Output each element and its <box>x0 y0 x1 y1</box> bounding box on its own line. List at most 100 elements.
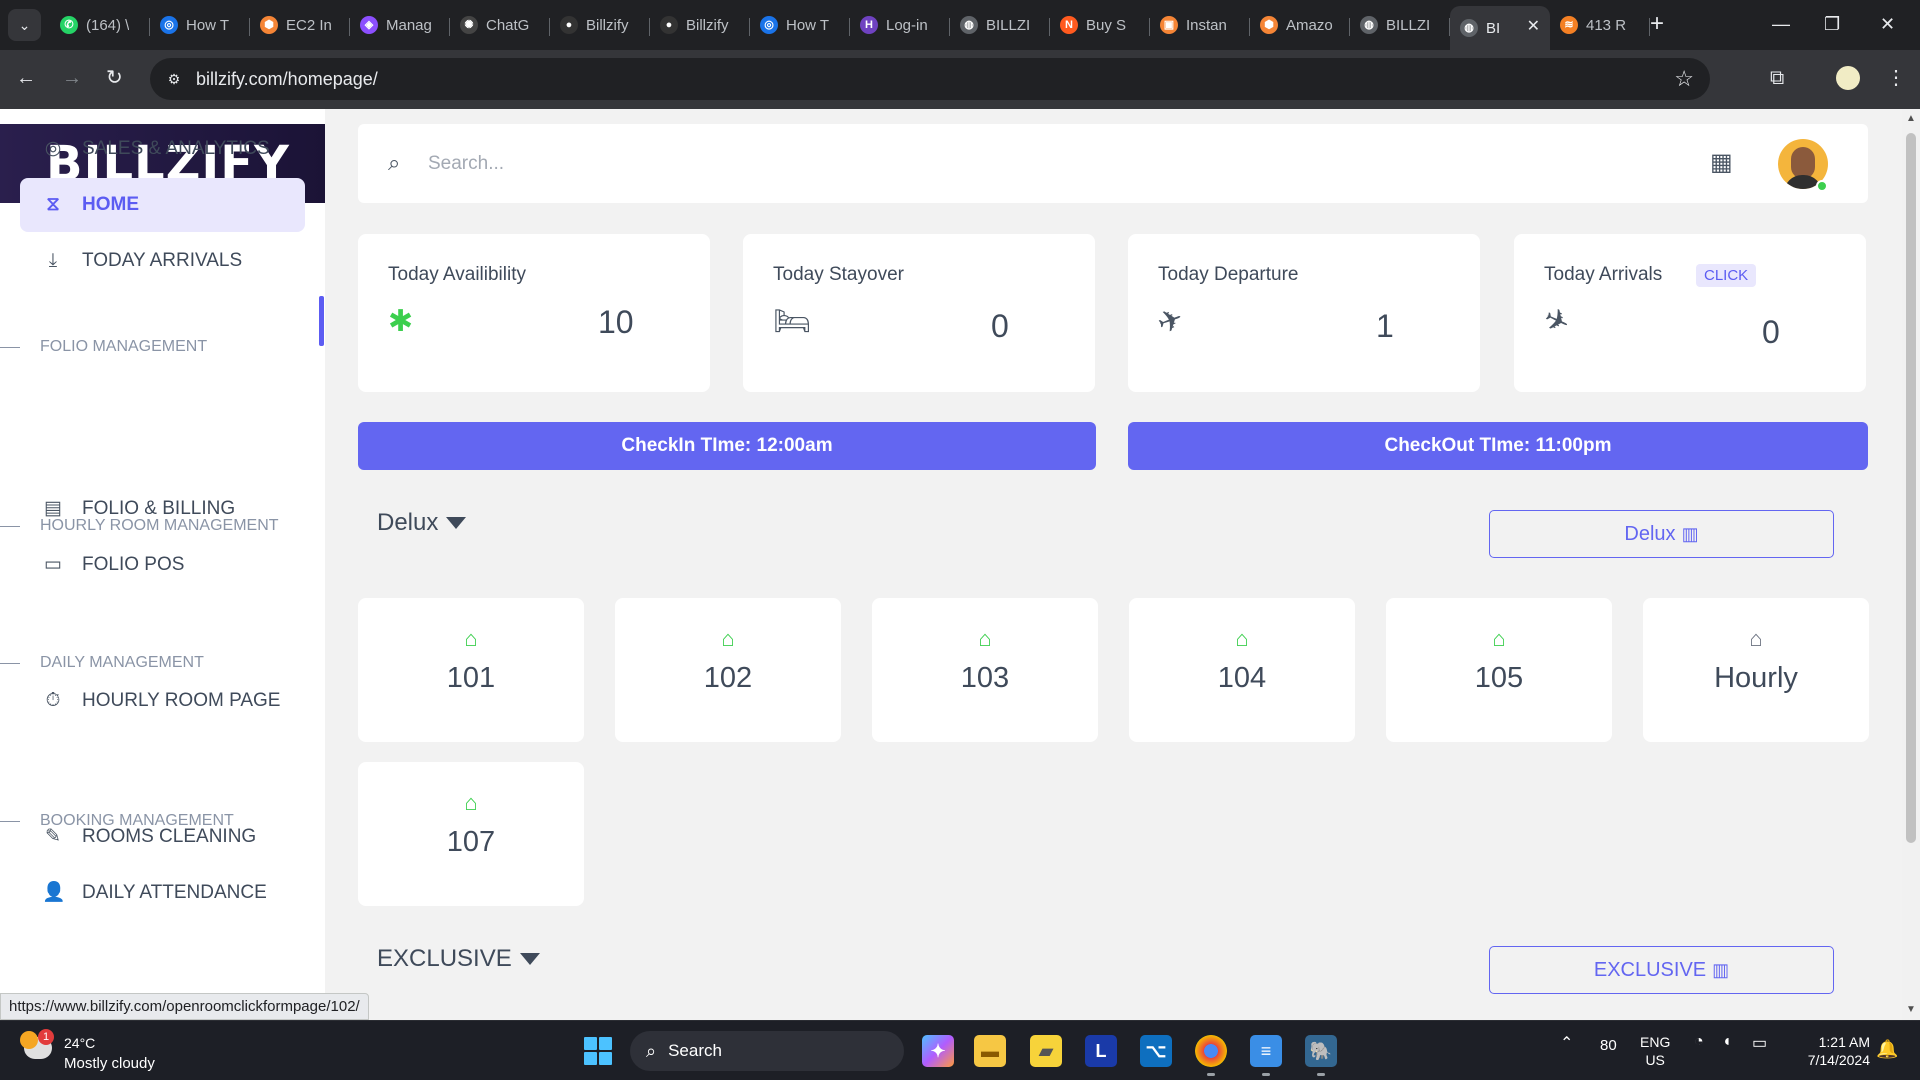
browser-tab[interactable]: ● Billzify <box>650 6 750 44</box>
plane-departure-icon: ✈ <box>1153 301 1189 342</box>
start-button[interactable] <box>584 1037 612 1065</box>
minimize-icon[interactable]: — <box>1772 12 1790 36</box>
sidebar-item-today-arrivals[interactable]: ⤓ TODAY ARRIVALS <box>20 234 305 288</box>
stat-card[interactable]: Today Departure ✈ 1 <box>1128 234 1480 392</box>
clock-time: 1:21 AM <box>1818 1034 1870 1050</box>
sidebar-item-home[interactable]: ⧖ HOME <box>20 178 305 232</box>
browser-tab[interactable]: ✺ ChatG <box>450 6 550 44</box>
file-explorer-icon[interactable]: ▬ <box>974 1035 1006 1067</box>
room-card[interactable]: ⌂ 104 <box>1129 598 1355 742</box>
room-number: 101 <box>446 662 496 694</box>
category-button-delux[interactable]: Delux ▥ <box>1489 510 1834 558</box>
browser-tab[interactable]: ≋ 413 R <box>1550 6 1650 44</box>
room-number: 102 <box>703 662 753 694</box>
taskbar-search[interactable]: ⌕ Search <box>630 1031 904 1071</box>
stat-card[interactable]: Today Stayover 🛏 0 <box>743 234 1095 392</box>
section-label: BOOKING MANAGEMENT <box>40 812 234 829</box>
calculator-icon[interactable]: ▦ <box>1710 148 1734 176</box>
browser-tab[interactable]: ◎ How T <box>750 6 850 44</box>
browser-profile-avatar[interactable] <box>1836 66 1860 90</box>
browser-tab[interactable]: ◈ Manag <box>350 6 450 44</box>
battery-icon[interactable]: ▭ <box>1752 1033 1767 1053</box>
stat-card[interactable]: Today Arrivals ✈ 0 CLICK <box>1514 234 1866 392</box>
section-divider <box>0 346 20 348</box>
sidebar-item-daily-attendance[interactable]: 👤 DAILY ATTENDANCE <box>20 866 305 920</box>
browser-tab[interactable]: ◍ BILLZI <box>1350 6 1450 44</box>
site-info-icon[interactable]: ⚙ <box>164 69 184 89</box>
postgresql-icon[interactable]: 🐘 <box>1305 1035 1337 1076</box>
notification-bell-icon[interactable]: 🔔 <box>1876 1039 1898 1061</box>
room-card[interactable]: ⌂ Hourly <box>1643 598 1869 742</box>
language-indicator[interactable]: ENG US <box>1640 1033 1670 1069</box>
stat-card[interactable]: Today Availibility ✱ 10 <box>358 234 710 392</box>
store-icon: ⌂ <box>1235 626 1249 651</box>
notepad-icon[interactable]: ≡ <box>1250 1035 1282 1076</box>
tab-search-button[interactable]: ⌄ <box>8 9 41 41</box>
browser-tab[interactable]: ⬢ Amazo <box>1250 6 1350 44</box>
reload-icon[interactable]: ↻ <box>106 66 123 90</box>
checkout-time-bar[interactable]: CheckOut TIme: 11:00pm <box>1128 422 1868 470</box>
scroll-down-icon[interactable]: ▼ <box>1906 1004 1916 1015</box>
address-bar[interactable]: ⚙ billzify.com/homepage/ ☆ <box>150 58 1710 100</box>
category-dropdown-exclusive[interactable]: EXCLUSIVE <box>377 945 540 973</box>
browser-tab[interactable]: ◍ BILLZI <box>950 6 1050 44</box>
browser-tab[interactable]: N Buy S <box>1050 6 1150 44</box>
sidebar-item-folio-pos[interactable]: ▭ FOLIO POS <box>20 538 305 592</box>
room-card[interactable]: ⌂ 103 <box>872 598 1098 742</box>
sidebar-item-label: HOME <box>82 194 139 215</box>
tray-chevron-icon[interactable]: ⌃ <box>1560 1033 1573 1053</box>
l-app-icon[interactable]: L <box>1085 1035 1117 1067</box>
volume-icon[interactable]: ◖ <box>1722 1033 1732 1051</box>
tab-favicon-icon: ▣ <box>1160 16 1178 34</box>
tab-favicon-icon: N <box>1060 16 1078 34</box>
sidebar-item-sales-analytics[interactable]: ◎ SALES & ANALYTICS <box>20 122 305 176</box>
weather-widget[interactable]: 1 24°C Mostly cloudy <box>20 1029 180 1073</box>
scroll-up-icon[interactable]: ▲ <box>1906 113 1916 124</box>
browser-tab[interactable]: ⬢ EC2 In <box>250 6 350 44</box>
vscode-icon[interactable]: ⌥ <box>1140 1035 1172 1067</box>
browser-tab[interactable]: ● Billzify <box>550 6 650 44</box>
page-scrollbar[interactable]: ▲ ▼ <box>1902 109 1920 1020</box>
sticky-notes-icon[interactable]: ▰ <box>1030 1035 1062 1067</box>
online-status-dot <box>1816 180 1828 192</box>
category-dropdown-delux[interactable]: Delux <box>377 509 467 537</box>
category-button-exclusive[interactable]: EXCLUSIVE ▥ <box>1489 946 1834 994</box>
category-name: EXCLUSIVE <box>377 945 512 972</box>
browser-tab[interactable]: ◍ BI ✕ <box>1450 6 1550 50</box>
click-badge[interactable]: CLICK <box>1696 264 1757 287</box>
new-tab-button[interactable]: + <box>1650 12 1664 36</box>
bed-icon: 🛏 <box>773 305 812 338</box>
taskbar-search-label: Search <box>668 1041 722 1060</box>
clock[interactable]: 1:21 AM 7/14/2024 <box>1790 1033 1870 1069</box>
forward-icon[interactable]: → <box>62 66 82 90</box>
room-card[interactable]: ⌂ 105 <box>1386 598 1612 742</box>
window-close-icon[interactable]: ✕ <box>1880 12 1895 36</box>
browser-tab[interactable]: H Log-in <box>850 6 950 44</box>
checkin-time-bar[interactable]: CheckIn TIme: 12:00am <box>358 422 1096 470</box>
category-button-label: EXCLUSIVE <box>1593 958 1707 981</box>
restore-icon[interactable]: ❐ <box>1824 12 1840 36</box>
search-input[interactable] <box>428 144 688 184</box>
browser-tab[interactable]: ▣ Instan <box>1150 6 1250 44</box>
browser-tab[interactable]: ✆ (164) \ <box>50 6 150 44</box>
back-icon[interactable]: ← <box>16 66 36 90</box>
scrollbar-thumb[interactable] <box>1906 133 1916 843</box>
language-code: ENG <box>1640 1034 1671 1050</box>
room-card[interactable]: ⌂ 101 <box>358 598 584 742</box>
sidebar-item-hourly-room-page[interactable]: ⏱ HOURLY ROOM PAGE <box>20 674 305 728</box>
room-card[interactable]: ⌂ 102 <box>615 598 841 742</box>
tab-close-icon[interactable]: ✕ <box>1527 16 1540 36</box>
extensions-icon[interactable]: ⧉ <box>1770 66 1784 90</box>
tab-title: (164) \ <box>86 16 130 34</box>
copilot-app-icon[interactable]: ✦ <box>922 1035 954 1067</box>
tab-title: BI <box>1486 19 1501 37</box>
stat-value: 1 <box>1376 308 1394 344</box>
browser-tab[interactable]: ◎ How T <box>150 6 250 44</box>
room-card[interactable]: ⌂ 107 <box>358 762 584 906</box>
chrome-icon[interactable] <box>1195 1035 1227 1076</box>
url-text[interactable]: billzify.com/homepage/ <box>196 69 378 90</box>
browser-menu-icon[interactable]: ⋮ <box>1886 66 1906 90</box>
stat-label: Today Departure <box>1158 264 1299 285</box>
wifi-icon[interactable]: ◔ <box>1694 1033 1704 1051</box>
bookmark-star-icon[interactable]: ☆ <box>1674 66 1694 92</box>
